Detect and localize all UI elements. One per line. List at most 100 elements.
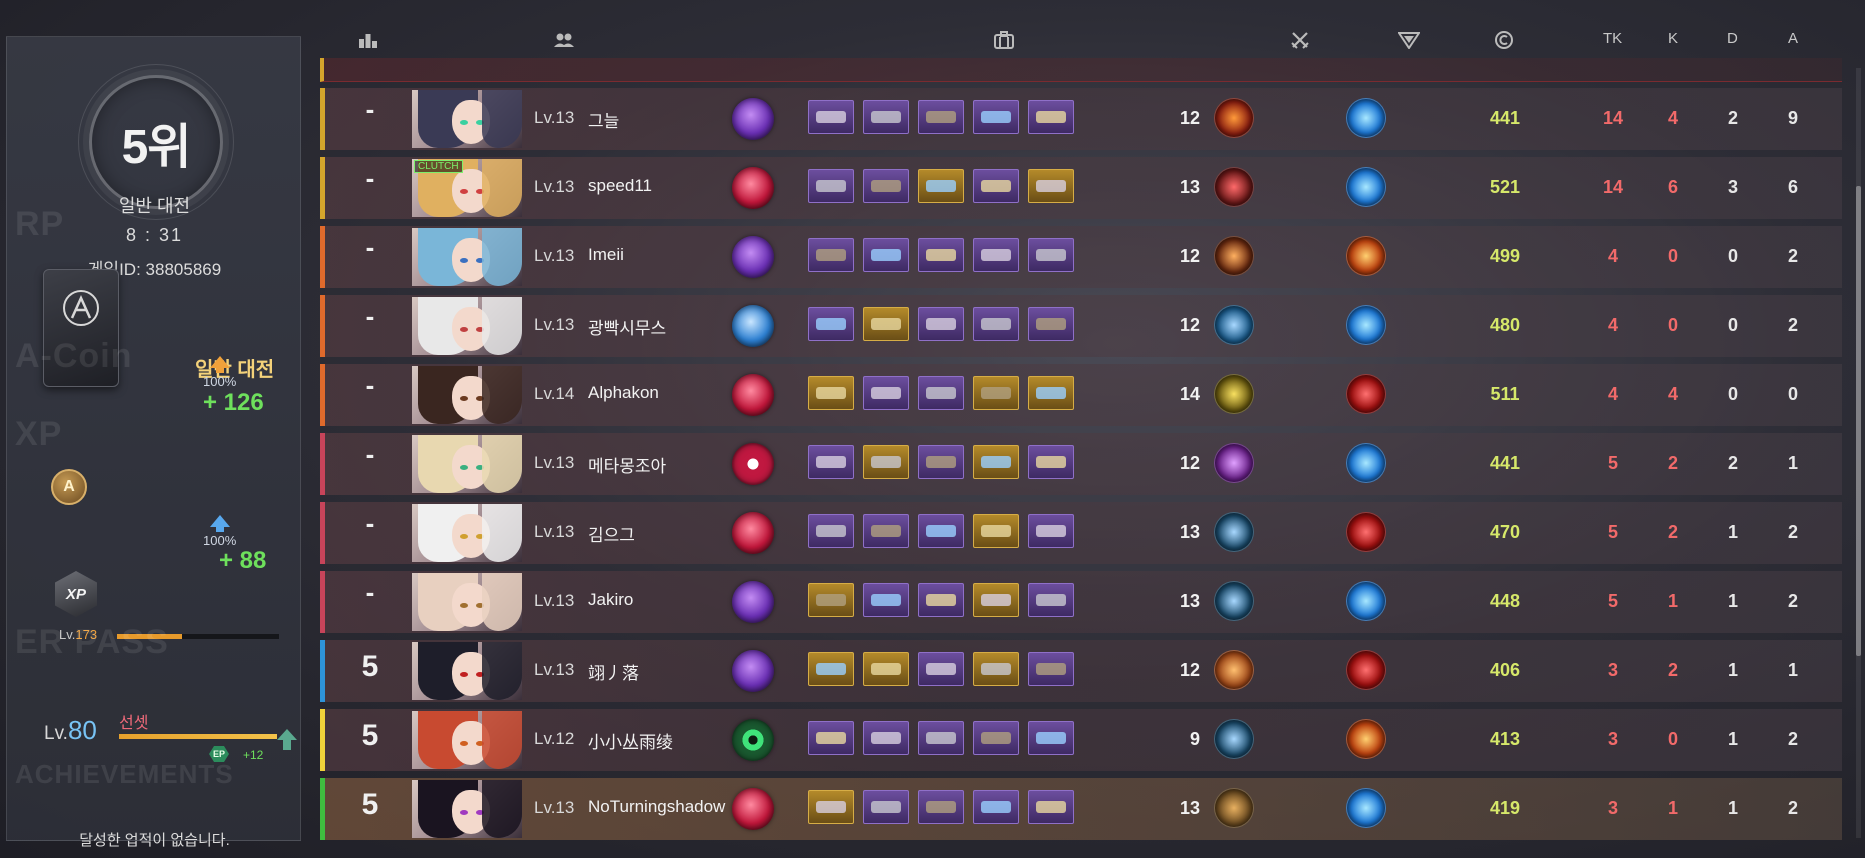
equipment-item-icon[interactable]	[918, 238, 964, 272]
trait-icon[interactable]	[732, 650, 774, 692]
equipment-item-icon[interactable]	[808, 307, 854, 341]
trait-icon[interactable]	[732, 581, 774, 623]
player-row[interactable]: 5 Lv.12 小小丛雨绫 9 413 3 0 1 2	[320, 709, 1842, 771]
tactical-skill-icon[interactable]	[1346, 788, 1386, 828]
equipment-item-icon[interactable]	[1028, 583, 1074, 617]
equipment-item-icon[interactable]	[808, 169, 854, 203]
equipment-item-icon[interactable]	[973, 721, 1019, 755]
player-row[interactable]: - Lv.13 그늘 12 441 14 4 2 9	[320, 88, 1842, 150]
equipment-item-icon[interactable]	[863, 100, 909, 134]
equipment-item-icon[interactable]	[863, 376, 909, 410]
equipment-item-icon[interactable]	[918, 169, 964, 203]
tactical-skill-icon[interactable]	[1346, 581, 1386, 621]
player-row[interactable]: 5 Lv.13 翊丿落 12 406 3 2 1 1	[320, 640, 1842, 702]
equipment-item-icon[interactable]	[918, 100, 964, 134]
equipment-item-icon[interactable]	[918, 583, 964, 617]
equipment-item-icon[interactable]	[918, 514, 964, 548]
character-portrait[interactable]	[412, 780, 522, 838]
equipment-item-icon[interactable]	[918, 445, 964, 479]
tactical-skill-icon[interactable]	[1346, 305, 1386, 345]
character-portrait[interactable]: CLUTCH	[412, 159, 522, 217]
equipment-item-icon[interactable]	[918, 307, 964, 341]
tactical-skill-icon[interactable]	[1346, 719, 1386, 759]
trait-icon[interactable]	[732, 443, 774, 485]
weapon-skill-icon[interactable]	[1214, 374, 1254, 414]
character-portrait[interactable]	[412, 573, 522, 631]
equipment-item-icon[interactable]	[973, 307, 1019, 341]
equipment-item-icon[interactable]	[1028, 169, 1074, 203]
equipment-item-icon[interactable]	[808, 790, 854, 824]
trait-icon[interactable]	[732, 236, 774, 278]
equipment-item-icon[interactable]	[1028, 376, 1074, 410]
player-row[interactable]: - Lv.13 김으그 13 470 5 2 1 2	[320, 502, 1842, 564]
trait-icon[interactable]	[732, 167, 774, 209]
equipment-item-icon[interactable]	[863, 169, 909, 203]
equipment-item-icon[interactable]	[918, 376, 964, 410]
equipment-item-icon[interactable]	[1028, 721, 1074, 755]
weapon-skill-icon[interactable]	[1214, 236, 1254, 276]
player-row[interactable]: - CLUTCH Lv.13 speed11 13 521 14 6 3 6	[320, 157, 1842, 219]
character-portrait[interactable]	[412, 297, 522, 355]
player-name[interactable]: 翊丿落	[588, 659, 639, 684]
tactical-skill-icon[interactable]	[1346, 512, 1386, 552]
equipment-item-icon[interactable]	[918, 652, 964, 686]
equipment-item-icon[interactable]	[863, 652, 909, 686]
character-portrait[interactable]	[412, 711, 522, 769]
equipment-item-icon[interactable]	[863, 238, 909, 272]
equipment-item-icon[interactable]	[1028, 307, 1074, 341]
character-portrait[interactable]	[412, 228, 522, 286]
equipment-item-icon[interactable]	[863, 583, 909, 617]
equipment-item-icon[interactable]	[808, 514, 854, 548]
player-name[interactable]: 광빡시무스	[588, 314, 666, 339]
character-portrait[interactable]	[412, 366, 522, 424]
character-portrait[interactable]	[412, 642, 522, 700]
trait-icon[interactable]	[732, 788, 774, 830]
equipment-item-icon[interactable]	[1028, 100, 1074, 134]
weapon-skill-icon[interactable]	[1214, 98, 1254, 138]
player-name[interactable]: Alphakon	[588, 383, 659, 403]
equipment-item-icon[interactable]	[1028, 652, 1074, 686]
weapon-skill-icon[interactable]	[1214, 305, 1254, 345]
equipment-item-icon[interactable]	[1028, 238, 1074, 272]
equipment-item-icon[interactable]	[808, 238, 854, 272]
equipment-item-icon[interactable]	[918, 790, 964, 824]
equipment-item-icon[interactable]	[973, 100, 1019, 134]
equipment-item-icon[interactable]	[808, 100, 854, 134]
player-name[interactable]: 小小丛雨绫	[588, 728, 673, 753]
equipment-item-icon[interactable]	[808, 445, 854, 479]
weapon-skill-icon[interactable]	[1214, 581, 1254, 621]
equipment-item-icon[interactable]	[863, 445, 909, 479]
player-row[interactable]: - Lv.13 Jakiro 13 448 5 1 1 2	[320, 571, 1842, 633]
weapon-skill-icon[interactable]	[1214, 719, 1254, 759]
tactical-skill-icon[interactable]	[1346, 374, 1386, 414]
equipment-item-icon[interactable]	[863, 721, 909, 755]
equipment-item-icon[interactable]	[918, 721, 964, 755]
equipment-item-icon[interactable]	[1028, 514, 1074, 548]
weapon-skill-icon[interactable]	[1214, 788, 1254, 828]
trait-icon[interactable]	[732, 374, 774, 416]
equipment-item-icon[interactable]	[973, 583, 1019, 617]
player-name[interactable]: Imeii	[588, 245, 624, 265]
equipment-item-icon[interactable]	[1028, 790, 1074, 824]
player-row[interactable]: 5 Lv.13 NoTurningshadow 13 419 3 1 1 2	[320, 778, 1842, 840]
player-row[interactable]: - Lv.14 Alphakon 14 511 4 4 0 0	[320, 364, 1842, 426]
tactical-skill-icon[interactable]	[1346, 443, 1386, 483]
equipment-item-icon[interactable]	[973, 790, 1019, 824]
player-name[interactable]: 그늘	[588, 107, 619, 132]
player-row[interactable]: - Lv.13 Imeii 12 499 4 0 0 2	[320, 226, 1842, 288]
trait-icon[interactable]	[732, 512, 774, 554]
tactical-skill-icon[interactable]	[1346, 650, 1386, 690]
equipment-item-icon[interactable]	[863, 790, 909, 824]
tactical-skill-icon[interactable]	[1346, 236, 1386, 276]
player-name[interactable]: speed11	[588, 176, 652, 196]
weapon-skill-icon[interactable]	[1214, 443, 1254, 483]
equipment-item-icon[interactable]	[1028, 445, 1074, 479]
weapon-skill-icon[interactable]	[1214, 650, 1254, 690]
character-portrait[interactable]	[412, 90, 522, 148]
scroll-thumb[interactable]	[1856, 186, 1861, 656]
equipment-item-icon[interactable]	[863, 514, 909, 548]
weapon-skill-icon[interactable]	[1214, 167, 1254, 207]
player-name[interactable]: Jakiro	[588, 590, 633, 610]
equipment-item-icon[interactable]	[808, 721, 854, 755]
player-row[interactable]: - Lv.13 광빡시무스 12 480 4 0 0 2	[320, 295, 1842, 357]
